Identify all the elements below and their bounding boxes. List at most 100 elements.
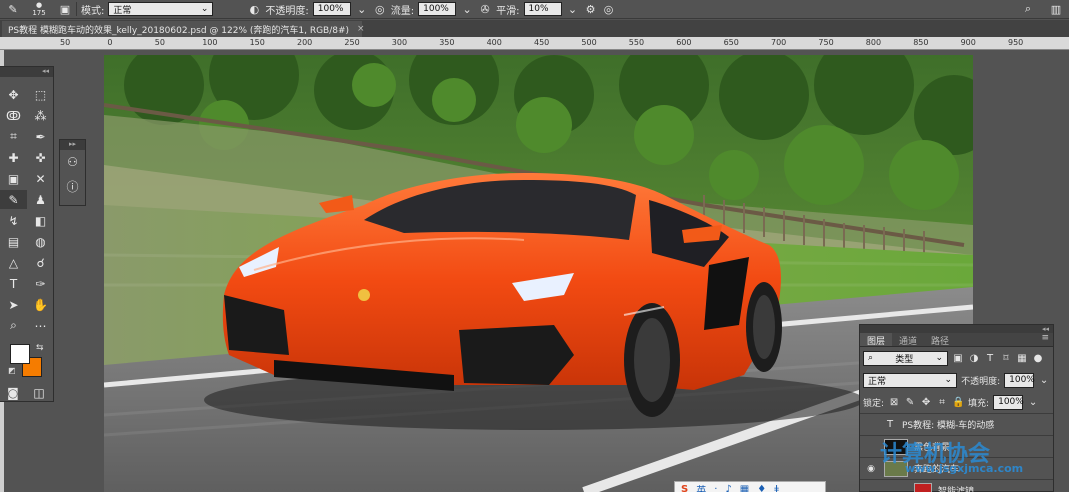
hand-tool-icon[interactable]: ✋ [27,295,54,314]
blend-mode-value: 正常 [868,376,887,387]
default-colors-icon[interactable]: ◩ [8,366,16,375]
ime-toolbar[interactable]: S 英 · ♪ ▦ ♦ ǂ [674,481,826,492]
layer-row-smart-filter[interactable]: 智能滤镜 [860,479,1053,492]
tab-paths[interactable]: 路径 [924,333,956,347]
smart-object-filter-icon[interactable]: ▦ [1016,353,1028,364]
ruler-tick-label: 550 [628,38,645,47]
more-tools-icon[interactable]: ⋯ [27,316,54,335]
panel-menu-icon[interactable]: ≡ [1041,333,1053,346]
gradient-tool-icon[interactable]: ▤ [0,232,27,251]
mode-select[interactable]: 正常 ⌄ [108,2,214,16]
options-bar: ✎ ● 175 ▣ 模式: 正常 ⌄ ◐ 不透明度: 100% ⌄ ◎ 流量: 1… [0,0,1069,19]
ruler-tick-label: 950 [1008,38,1024,47]
layer-opacity-input[interactable]: 100% [1004,372,1035,388]
type-tool-icon[interactable]: T [0,274,27,293]
pressure-opacity-icon[interactable]: ◐ [247,3,261,16]
content-aware-move-icon[interactable]: ✕ [27,169,54,188]
frame-tool-icon[interactable]: ▣ [0,169,27,188]
type-filter-icon[interactable]: T [984,353,996,364]
panel-collapse-icon[interactable]: ◂◂ [860,325,1053,333]
brush-tool-icon[interactable]: ✎ [6,3,20,16]
eyedropper-icon[interactable]: ✒ [27,127,54,146]
fill-input[interactable]: 100% [993,394,1024,410]
adjustment-filter-icon[interactable]: ◑ [968,353,980,364]
airbrush-pressure-icon[interactable]: ◎ [373,3,387,16]
document-canvas[interactable] [104,55,973,492]
ruler-tick-label: 500 [581,38,597,47]
marquee-tool-icon[interactable]: ⬚ [27,85,54,104]
blur-tool-icon[interactable]: ◍ [27,232,54,251]
filter-kind-select[interactable]: ⌕ 类型 ⌄ [863,350,948,366]
pixel-filter-icon[interactable]: ▣ [952,353,964,364]
foreground-color-swatch[interactable] [10,344,30,364]
ime-skin-icon[interactable]: ♦ [757,484,766,492]
ime-punct[interactable]: · [714,484,717,492]
eye-icon[interactable]: ◉ [864,464,878,474]
airbrush-icon[interactable]: ✇ [478,3,492,16]
lock-all-icon[interactable]: 🔒 [952,397,964,408]
eraser-icon[interactable]: ◧ [27,211,54,230]
screen-mode-icon[interactable]: ◫ [28,383,50,402]
brush-tool-icon[interactable]: ✎ [0,190,27,209]
ime-lang[interactable]: 英 [696,482,706,492]
ime-voice-icon[interactable]: ♪ [725,484,731,492]
document-tab[interactable]: PS教程 模糊跑车动的效果_kelly_20180602.psd @ 122% … [2,21,365,37]
chevron-down-icon[interactable]: ⌄ [566,3,580,16]
pen-tool-icon[interactable]: ✑ [27,274,54,293]
history-brush-icon[interactable]: ↯ [0,211,27,230]
patch-tool-icon[interactable]: ✜ [27,148,54,167]
divider [76,2,77,16]
properties-mini-panel: ▸▸ ⚇ ⓘ [59,139,86,206]
flow-input[interactable]: 100% [418,2,457,16]
brush-settings-icon[interactable]: ▣ [58,3,72,16]
panel-collapse-icon[interactable]: ◂◂ [0,67,53,77]
tab-channels[interactable]: 通道 [892,333,924,347]
sogou-logo-icon: S [681,483,689,492]
lock-pixels-icon[interactable]: ✎ [904,397,916,408]
healing-brush-icon[interactable]: ✚ [0,148,27,167]
shape-filter-icon[interactable]: ⌑ [1000,353,1012,364]
filter-toggle-icon[interactable]: ● [1032,353,1044,364]
workspace-icon[interactable]: ▥ [1049,3,1063,16]
chevron-down-icon[interactable]: ⌄ [460,3,474,16]
search-icon[interactable]: ⌕ [1021,2,1035,16]
dodge-tool-icon[interactable]: △ [0,253,27,272]
pressure-size-icon[interactable]: ◎ [602,3,616,16]
smoothing-input[interactable]: 10% [523,2,562,16]
adjustments-icon[interactable]: ⚇ [60,150,85,174]
zoom-tool-icon[interactable]: ⌕ [0,316,27,335]
panel-collapse-icon[interactable]: ▸▸ [60,140,85,150]
brush-preset-icon[interactable]: ● 175 [24,1,54,17]
car-photo [104,55,973,492]
chevron-down-icon[interactable]: ⌄ [1038,375,1050,386]
close-icon[interactable]: × [357,24,365,34]
ruler-tick-label: 250 [344,38,360,47]
blend-mode-select[interactable]: 正常 ⌄ [863,372,958,388]
chevron-down-icon: ⌄ [935,353,943,363]
smudge-tool-icon[interactable]: ☌ [27,253,54,272]
info-icon[interactable]: ⓘ [60,174,85,198]
ime-keyboard-icon[interactable]: ▦ [740,484,749,492]
document-tab-bar: PS教程 模糊跑车动的效果_kelly_20180602.psd @ 122% … [0,20,1069,37]
lock-artboard-icon[interactable]: ⌗ [936,397,948,408]
lock-position-icon[interactable]: ✥ [920,397,932,408]
stamp-tool-icon[interactable]: ♟ [27,190,54,209]
path-select-icon[interactable]: ➤ [0,295,27,314]
search-icon: ⌕ [868,353,874,363]
quick-mask-icon[interactable]: ◙ [2,383,24,402]
lock-transparency-icon[interactable]: ⊠ [888,397,900,408]
crop-tool-icon[interactable]: ⌗ [0,127,27,146]
opacity-input[interactable]: 100% [312,2,351,16]
chevron-down-icon[interactable]: ⌄ [1027,397,1039,408]
ime-tools-icon[interactable]: ǂ [774,484,779,492]
lasso-tool-icon[interactable]: ↂ [0,106,27,125]
magic-wand-icon[interactable]: ⁂ [27,106,54,125]
layer-row-text[interactable]: T PS教程: 模糊-车的动感 [860,413,1053,435]
ruler-tick-label: 600 [676,38,692,47]
move-tool-icon[interactable]: ✥ [0,85,27,104]
chevron-down-icon[interactable]: ⌄ [355,3,369,16]
tab-layers[interactable]: 图层 [860,333,893,347]
gear-icon[interactable]: ⚙ [584,3,598,16]
opacity-label: 不透明度: [961,376,1001,387]
swap-colors-icon[interactable]: ⇆ [36,343,44,353]
